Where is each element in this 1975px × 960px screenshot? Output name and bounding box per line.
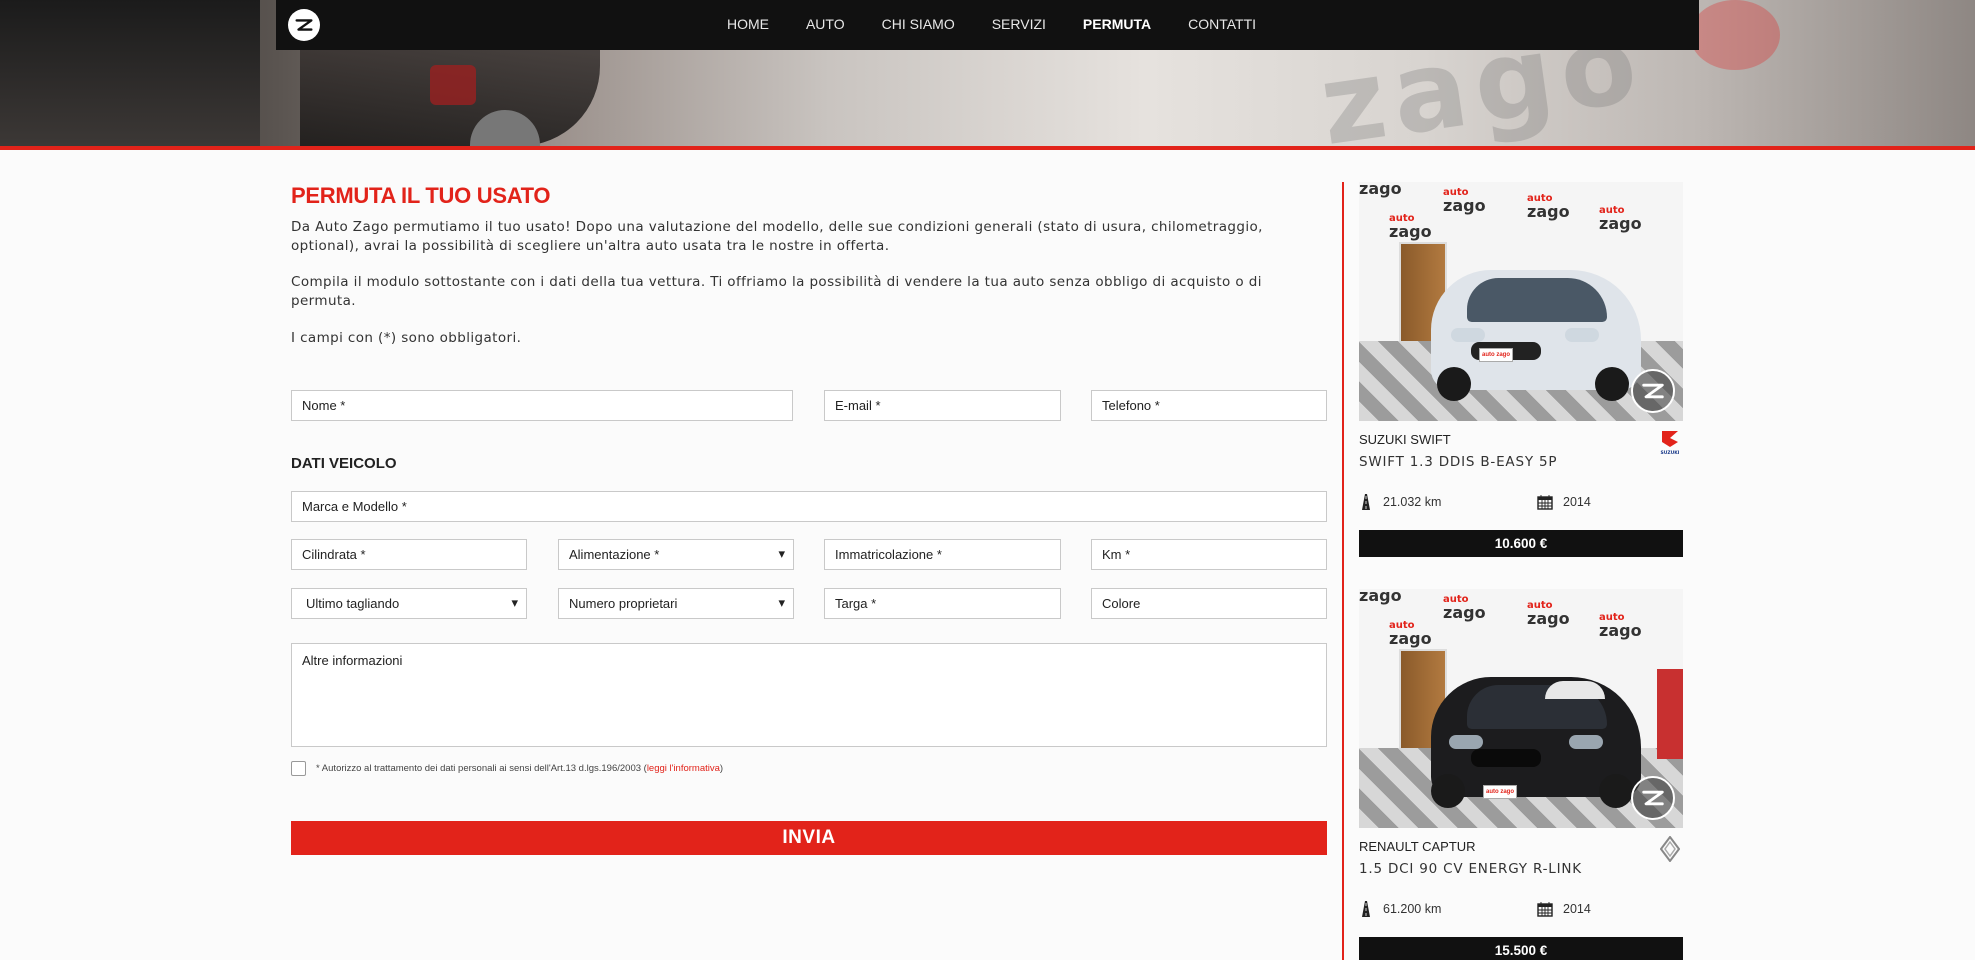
informativa-link[interactable]: leggi l'informativa	[647, 763, 720, 774]
wall-logo-zago: zago	[1599, 621, 1642, 640]
car-model[interactable]: SWIFT 1.3 DDIS B-EASY 5P	[1359, 454, 1557, 470]
altre-informazioni-textarea[interactable]: Altre informazioni	[291, 643, 1327, 747]
svg-text:SUZUKI: SUZUKI	[1661, 450, 1680, 455]
intro-paragraph-1: Da Auto Zago permutiamo il tuo usato! Do…	[291, 219, 1263, 254]
car-price[interactable]: 15.500 €	[1359, 937, 1683, 960]
car-plate: auto zago	[1483, 785, 1517, 799]
renault-logo-icon	[1657, 835, 1683, 863]
required-fields-note: I campi con (*) sono obbligatori.	[291, 330, 522, 346]
wall-logo-zago: zago	[1527, 202, 1570, 221]
immatricolazione-field[interactable]: Immatricolazione *	[824, 539, 1061, 570]
permuta-form-section: PERMUTA IL TUO USATO Da Auto Zago permut…	[291, 183, 1327, 855]
numero-proprietari-select[interactable]: Numero proprietari	[558, 588, 794, 619]
consent-close: )	[719, 763, 724, 774]
nav-menu: HOME AUTO CHI SIAMO SERVIZI PERMUTA CONT…	[276, 0, 1699, 50]
auto-zago-badge-icon	[1631, 776, 1675, 820]
wall-logo-zago: zago	[1359, 182, 1402, 198]
car-roof-white	[1545, 681, 1605, 699]
car-year: 2014	[1563, 495, 1591, 509]
nav-item-auto[interactable]: AUTO	[806, 0, 845, 50]
car-photo[interactable]: zago auto zago auto zago auto zago auto zago…	[1359, 182, 1683, 421]
car-year-spec: 2014	[1537, 494, 1591, 510]
wall-logo-zago: zago	[1443, 196, 1486, 215]
privacy-consent-label: * Autorizzo al trattamento dei dati pers…	[316, 763, 723, 774]
car-year-spec: 2014	[1537, 901, 1591, 917]
page-title: PERMUTA IL TUO USATO	[291, 183, 551, 208]
car-plate: auto zago	[1479, 348, 1513, 362]
wall-logo-zago: zago	[1389, 222, 1432, 241]
wall-logo-zago: zago	[1443, 603, 1486, 622]
alimentazione-select[interactable]: Alimentazione *	[558, 539, 794, 570]
email-field[interactable]: E-mail *	[824, 390, 1061, 421]
km-field[interactable]: Km *	[1091, 539, 1327, 570]
column-divider	[1342, 182, 1344, 960]
consent-text: * Autorizzo al trattamento dei dati pers…	[316, 763, 647, 774]
car-grille	[1471, 749, 1541, 767]
wall-logo-zago: zago	[1389, 629, 1432, 648]
road-icon	[1362, 901, 1370, 917]
hero-dark-area	[0, 0, 260, 146]
car-km: 21.032 km	[1383, 495, 1442, 509]
car-windshield	[1467, 278, 1607, 322]
invia-button[interactable]: INVIA	[291, 821, 1327, 855]
wall-logo-zago: zago	[1527, 609, 1570, 628]
wall-logo-zago: zago	[1599, 214, 1642, 233]
car-km-spec: 21.032 km	[1359, 494, 1441, 510]
auto-zago-badge-icon	[1631, 369, 1675, 413]
suzuki-logo-icon: SUZUKI	[1657, 428, 1683, 456]
car-brand: SUZUKI SWIFT	[1359, 432, 1451, 447]
car-photo[interactable]: zago auto zago auto zago auto zago auto zago…	[1359, 589, 1683, 828]
nav-item-home[interactable]: HOME	[727, 0, 769, 50]
nav-item-servizi[interactable]: SERVIZI	[992, 0, 1046, 50]
car-km: 61.200 km	[1383, 902, 1442, 916]
vehicle-section-title: DATI VEICOLO	[291, 455, 397, 472]
car-model[interactable]: 1.5 DCI 90 CV ENERGY R-LINK	[1359, 861, 1582, 877]
telefono-field[interactable]: Telefono *	[1091, 390, 1327, 421]
car-price[interactable]: 10.600 €	[1359, 530, 1683, 557]
privacy-consent: * Autorizzo al trattamento dei dati pers…	[291, 761, 723, 776]
top-navbar: HOME AUTO CHI SIAMO SERVIZI PERMUTA CONT…	[276, 0, 1699, 50]
privacy-checkbox[interactable]	[291, 761, 306, 776]
hero-logo-blur	[1690, 0, 1780, 70]
calendar-icon	[1537, 902, 1553, 917]
nav-item-contatti[interactable]: CONTATTI	[1188, 0, 1256, 50]
intro-paragraph-2: Compila il modulo sottostante con i dati…	[291, 274, 1262, 309]
wall-logo-zago: zago	[1359, 589, 1402, 605]
cilindrata-field[interactable]: Cilindrata *	[291, 539, 527, 570]
road-icon	[1362, 494, 1370, 510]
hero-red-line	[0, 146, 1975, 150]
marca-modello-field[interactable]: Marca e Modello *	[291, 491, 1327, 522]
nome-field[interactable]: Nome *	[291, 390, 793, 421]
hero-taillight	[430, 65, 476, 105]
calendar-icon	[1537, 495, 1553, 510]
car-brand: RENAULT CAPTUR	[1359, 839, 1476, 854]
colore-field[interactable]: Colore	[1091, 588, 1327, 619]
nav-item-chi-siamo[interactable]: CHI SIAMO	[882, 0, 955, 50]
car-km-spec: 61.200 km	[1359, 901, 1441, 917]
targa-field[interactable]: Targa *	[824, 588, 1061, 619]
car-year: 2014	[1563, 902, 1591, 916]
ultimo-tagliando-select[interactable]: Ultimo tagliando	[291, 588, 527, 619]
nav-item-permuta[interactable]: PERMUTA	[1083, 0, 1151, 50]
